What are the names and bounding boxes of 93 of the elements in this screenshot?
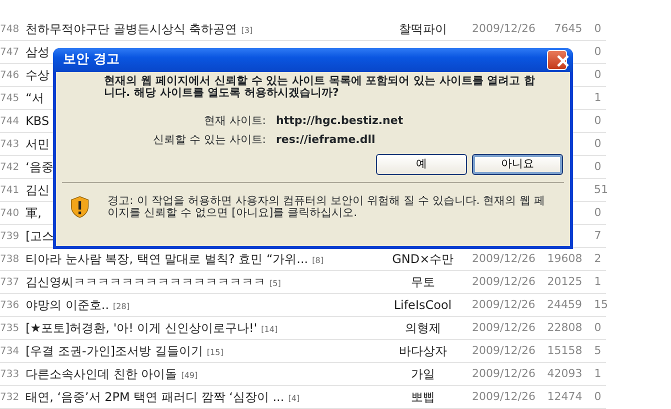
post-date: 2009/12/26 <box>472 366 536 380</box>
recommend-count: 1 <box>594 274 602 288</box>
author-name: LifeIsCool <box>394 298 452 312</box>
post-number: 735 <box>0 322 20 336</box>
recommend-count: 0 <box>594 390 602 403</box>
comment-count: [5] <box>270 279 281 288</box>
post-number: 740 <box>0 206 20 220</box>
recommend-count: 0 <box>594 320 602 334</box>
window-title: 보안 경고 <box>63 51 120 70</box>
post-number: 746 <box>0 68 20 82</box>
view-count: 19608 <box>547 252 582 265</box>
post-number: 738 <box>0 252 20 266</box>
author-name: 의형제 <box>404 321 441 335</box>
recommend-count: 1 <box>594 366 602 380</box>
recommend-count: 0 <box>594 68 602 81</box>
author-name: 뽀삡 <box>410 390 435 404</box>
view-count: 15158 <box>547 344 582 357</box>
post-date: 2009/12/26 <box>472 274 536 288</box>
recommend-count: 0 <box>594 114 602 127</box>
author-name: 무토 <box>410 275 435 289</box>
author-name: 찰떡파이 <box>398 22 447 36</box>
post-number: 747 <box>0 46 20 60</box>
post-number: 736 <box>0 298 20 312</box>
author-name: GND×수만 <box>392 252 454 266</box>
post-title-link[interactable]: 軍, <box>26 206 42 220</box>
post-number: 732 <box>0 390 20 404</box>
view-count: 42093 <box>547 366 582 380</box>
post-number: 737 <box>0 276 20 290</box>
post-title-link[interactable]: 삼성 <box>26 45 50 59</box>
comment-count: [8] <box>312 256 324 265</box>
view-count: 20125 <box>547 274 582 288</box>
field-value: http://hgc.bestiz.net <box>276 113 404 129</box>
post-number: 739 <box>0 230 20 244</box>
post-date: 2009/12/26 <box>472 22 536 35</box>
dialog-button[interactable]: 아니요 <box>472 154 563 175</box>
comment-count: [14] <box>261 325 278 334</box>
view-count: 12474 <box>547 390 582 403</box>
post-title-link[interactable]: [고스 <box>26 229 54 243</box>
recommend-count: 2 <box>594 252 602 265</box>
recommend-count: 0 <box>594 136 602 150</box>
post-title-link[interactable]: 김신영씨ㅋㅋㅋㅋㅋㅋㅋㅋㅋㅋㅋㅋㅋㅋㅋㅋ <box>26 275 266 289</box>
comment-count: [4] <box>288 394 300 403</box>
post-number: 741 <box>0 184 20 198</box>
field-value: res://ieframe.dll <box>276 132 376 148</box>
recommend-count: 15 <box>594 298 608 311</box>
post-title-link[interactable]: 수상 <box>26 68 50 82</box>
post-number: 734 <box>0 344 20 358</box>
recommend-count: 0 <box>594 160 602 173</box>
post-number: 742 <box>0 160 20 174</box>
post-number: 743 <box>0 138 20 152</box>
post-date: 2009/12/26 <box>472 390 536 403</box>
recommend-count: 1 <box>594 90 602 104</box>
field-label: 신뢰할 수 있는 사이트: <box>152 132 266 148</box>
post-title-link[interactable]: KBS <box>26 114 50 128</box>
dialog-button[interactable]: 예 <box>376 154 467 175</box>
recommend-count: 0 <box>594 44 602 58</box>
comment-count: [3] <box>241 26 253 35</box>
post-title-link[interactable]: 다른소속사인데 친한 아이돌 <box>26 367 178 381</box>
view-count: 22808 <box>547 320 582 334</box>
dialog-message: 현재의 웹 페이지에서 신뢰할 수 있는 사이트 목록에 포함되어 있는 사이트를 열려고 합니다. 해당 사이트를 열도록 허용하시겠습니까? <box>103 73 536 99</box>
post-date: 2009/12/26 <box>472 344 536 357</box>
field-label: 현재 사이트: <box>202 113 266 129</box>
post-title-link[interactable]: 야망의 이준호.. <box>26 298 110 312</box>
post-title-link[interactable]: 티아라 눈사람 복장, 택연 말대로 벌칙? 효민 “가위... <box>26 252 308 266</box>
post-title-link[interactable]: 태연, ‘음중’서 2PM 택연 패러디 깜짝 ‘심장이 ... <box>26 390 284 404</box>
close-button[interactable] <box>547 50 567 70</box>
comment-count: [49] <box>181 371 198 380</box>
post-date: 2009/12/26 <box>472 252 536 265</box>
post-title-link[interactable]: 김신 <box>26 183 50 197</box>
post-title-link[interactable]: [★포토]허경환, '아! 이게 신인상이로구나!' <box>26 321 258 335</box>
author-name: 가일 <box>410 367 435 381</box>
post-number: 733 <box>0 368 20 382</box>
post-number: 748 <box>0 22 20 36</box>
recommend-count: 0 <box>594 22 602 35</box>
post-title-link[interactable]: 서민 <box>26 137 50 151</box>
recommend-count: 7 <box>594 228 602 242</box>
warning-text: 경고: 이 작업을 허용하면 사용자의 컴퓨터의 보안이 위험해 질 수 있습니다. 현재의 웹 페이지를 신뢰할 수 없으면 [아니요]를 클릭하십시오. <box>108 195 546 219</box>
view-count: 7645 <box>554 22 582 35</box>
post-date: 2009/12/26 <box>472 298 536 311</box>
post-title-link[interactable]: “서 <box>26 91 44 105</box>
author-name: 바다상자 <box>398 344 447 358</box>
post-title-link[interactable]: ‘음중 <box>26 160 54 174</box>
post-number: 745 <box>0 92 20 106</box>
view-count: 24459 <box>547 298 582 311</box>
post-title-link[interactable]: 천하무적야구단 골병든시상식 축하공연 <box>26 22 238 36</box>
comment-count: [28] <box>113 302 130 311</box>
recommend-count: 51 <box>594 182 608 196</box>
recommend-count: 0 <box>594 206 602 219</box>
post-number: 744 <box>0 114 20 128</box>
post-date: 2009/12/26 <box>472 320 536 334</box>
comment-count: [15] <box>206 348 224 357</box>
post-title-link[interactable]: [우결 조권-가인]조서방 길들이기 <box>26 344 203 358</box>
recommend-count: 5 <box>594 344 602 357</box>
